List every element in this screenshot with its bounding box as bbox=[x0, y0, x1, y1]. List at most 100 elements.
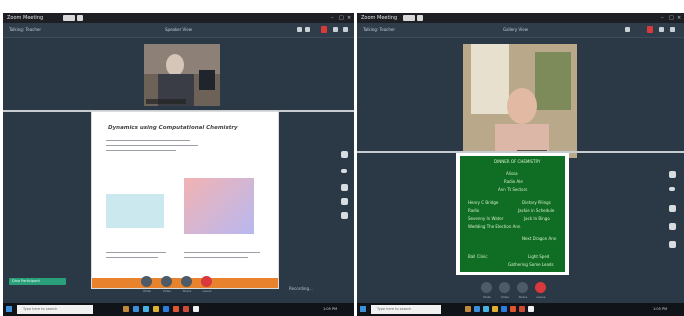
mute-label: Mute bbox=[143, 289, 151, 293]
taskbar-app-icon[interactable] bbox=[519, 306, 525, 312]
record-icon[interactable] bbox=[647, 26, 653, 33]
video-icon[interactable] bbox=[499, 282, 510, 293]
windows-start-icon[interactable] bbox=[6, 306, 12, 312]
badge-icon bbox=[63, 15, 75, 21]
meeting-window-right: Zoom Meeting – □ × Talking: Teacher Gall… bbox=[357, 13, 684, 316]
board-line: Ball Clinic bbox=[468, 254, 488, 259]
leave-label: Leave bbox=[536, 295, 546, 299]
taskbar-app-icon[interactable] bbox=[163, 306, 169, 312]
close-icon[interactable]: × bbox=[347, 14, 351, 22]
view-label[interactable]: Gallery View bbox=[503, 27, 528, 33]
participant-video[interactable] bbox=[463, 44, 577, 158]
more-icon[interactable] bbox=[343, 27, 348, 32]
search-input[interactable]: Type here to search bbox=[371, 305, 441, 314]
leave-icon[interactable] bbox=[201, 276, 212, 287]
badge-icon bbox=[77, 15, 83, 21]
app-title: Zoom Meeting bbox=[7, 15, 44, 21]
side-icon[interactable] bbox=[669, 171, 676, 178]
speaker-video[interactable] bbox=[144, 44, 220, 106]
raise-hand-icon[interactable] bbox=[625, 27, 630, 32]
taskbar: Type here to search 1:05 PM bbox=[357, 303, 684, 316]
view-label[interactable]: Speaker View bbox=[165, 27, 192, 33]
chat-icon[interactable] bbox=[305, 27, 310, 32]
maximize-icon[interactable]: □ bbox=[339, 14, 344, 22]
taskbar-app-icon[interactable] bbox=[465, 306, 471, 312]
side-icon[interactable] bbox=[341, 184, 348, 191]
board-line: Radio bbox=[468, 208, 480, 213]
meeting-window-left: Zoom Meeting – □ × Talking: Teacher Spea… bbox=[3, 13, 354, 316]
clock: 1:05 PM bbox=[323, 307, 338, 311]
board-line: Jackie in Schedule bbox=[518, 208, 555, 213]
settings-icon[interactable] bbox=[659, 27, 664, 32]
maximize-icon[interactable]: □ bbox=[669, 14, 674, 22]
window-titlebar: Zoom Meeting – □ × bbox=[3, 13, 354, 23]
taskbar-app-icon[interactable] bbox=[123, 306, 129, 312]
meeting-topbar: Talking: Teacher Gallery View bbox=[357, 23, 684, 38]
taskbar-app-icon[interactable] bbox=[153, 306, 159, 312]
side-icon[interactable] bbox=[341, 169, 347, 173]
share-label: Share bbox=[182, 289, 192, 293]
app-title: Zoom Meeting bbox=[361, 15, 398, 21]
participant-pill: Dino Participant bbox=[9, 278, 66, 285]
share-icon[interactable] bbox=[181, 276, 192, 287]
mic-icon[interactable] bbox=[141, 276, 152, 287]
side-icon[interactable] bbox=[669, 187, 675, 191]
video-label: Video bbox=[500, 295, 510, 299]
board-line: Sevenny In Water bbox=[468, 216, 504, 221]
taskbar-app-icon[interactable] bbox=[143, 306, 149, 312]
badge-icon bbox=[403, 15, 415, 21]
figure-image bbox=[106, 194, 164, 228]
taskbar: Type here to search 1:05 PM bbox=[3, 303, 354, 316]
board-line: Radio Ale bbox=[504, 179, 523, 184]
taskbar-app-icon[interactable] bbox=[173, 306, 179, 312]
more-icon[interactable] bbox=[670, 27, 675, 32]
meeting-topbar: Talking: Teacher Speaker View bbox=[3, 23, 354, 38]
board-line: Dietary Pilings bbox=[522, 200, 551, 205]
taskbar-app-icon[interactable] bbox=[528, 306, 534, 312]
side-icon[interactable] bbox=[341, 198, 348, 205]
slide-title: Dynamics using Computational Chemistry bbox=[108, 125, 238, 131]
minimize-icon[interactable]: – bbox=[661, 14, 664, 22]
search-input[interactable]: Type here to search bbox=[17, 305, 93, 314]
share-label: Share bbox=[518, 295, 528, 299]
badge-icon bbox=[417, 15, 423, 21]
shared-screen: Dynamics using Computational Chemistry bbox=[91, 111, 279, 289]
window-titlebar: Zoom Meeting – □ × bbox=[357, 13, 684, 23]
status-caption: Recording... bbox=[289, 286, 313, 291]
side-icon[interactable] bbox=[341, 151, 348, 158]
figure-image bbox=[184, 178, 254, 234]
taskbar-app-icon[interactable] bbox=[492, 306, 498, 312]
taskbar-app-icon[interactable] bbox=[474, 306, 480, 312]
side-icon[interactable] bbox=[669, 223, 676, 230]
board-line: Light Sped bbox=[528, 254, 550, 259]
board-line: Wedding The Election Ann bbox=[468, 224, 521, 229]
side-icon[interactable] bbox=[341, 212, 348, 219]
settings-icon[interactable] bbox=[333, 27, 338, 32]
clock: 1:05 PM bbox=[653, 307, 668, 311]
side-icon[interactable] bbox=[669, 205, 676, 212]
taskbar-app-icon[interactable] bbox=[183, 306, 189, 312]
windows-start-icon[interactable] bbox=[360, 306, 366, 312]
leave-icon[interactable] bbox=[535, 282, 546, 293]
board-line: Jack In Bingo bbox=[524, 216, 550, 221]
leave-label: Leave bbox=[202, 289, 212, 293]
taskbar-app-icon[interactable] bbox=[501, 306, 507, 312]
taskbar-app-icon[interactable] bbox=[133, 306, 139, 312]
board-line: Ann Tt Sectors bbox=[498, 187, 528, 192]
green-board: DINNER OF CHEMISTRY Alissa Radio Ale Ann… bbox=[460, 156, 565, 272]
board-line: Next Dragon Ann bbox=[522, 236, 557, 241]
taskbar-app-icon[interactable] bbox=[193, 306, 199, 312]
raise-hand-icon[interactable] bbox=[297, 27, 302, 32]
taskbar-app-icon[interactable] bbox=[483, 306, 489, 312]
talking-indicator: Talking: Teacher bbox=[9, 27, 41, 32]
mic-icon[interactable] bbox=[481, 282, 492, 293]
minimize-icon[interactable]: – bbox=[331, 14, 334, 22]
share-icon[interactable] bbox=[517, 282, 528, 293]
side-icon[interactable] bbox=[669, 241, 676, 248]
taskbar-app-icon[interactable] bbox=[510, 306, 516, 312]
video-icon[interactable] bbox=[161, 276, 172, 287]
board-line: Alissa bbox=[506, 171, 518, 176]
close-icon[interactable]: × bbox=[677, 14, 681, 22]
record-icon[interactable] bbox=[321, 26, 327, 33]
mute-label: Mute bbox=[483, 295, 491, 299]
